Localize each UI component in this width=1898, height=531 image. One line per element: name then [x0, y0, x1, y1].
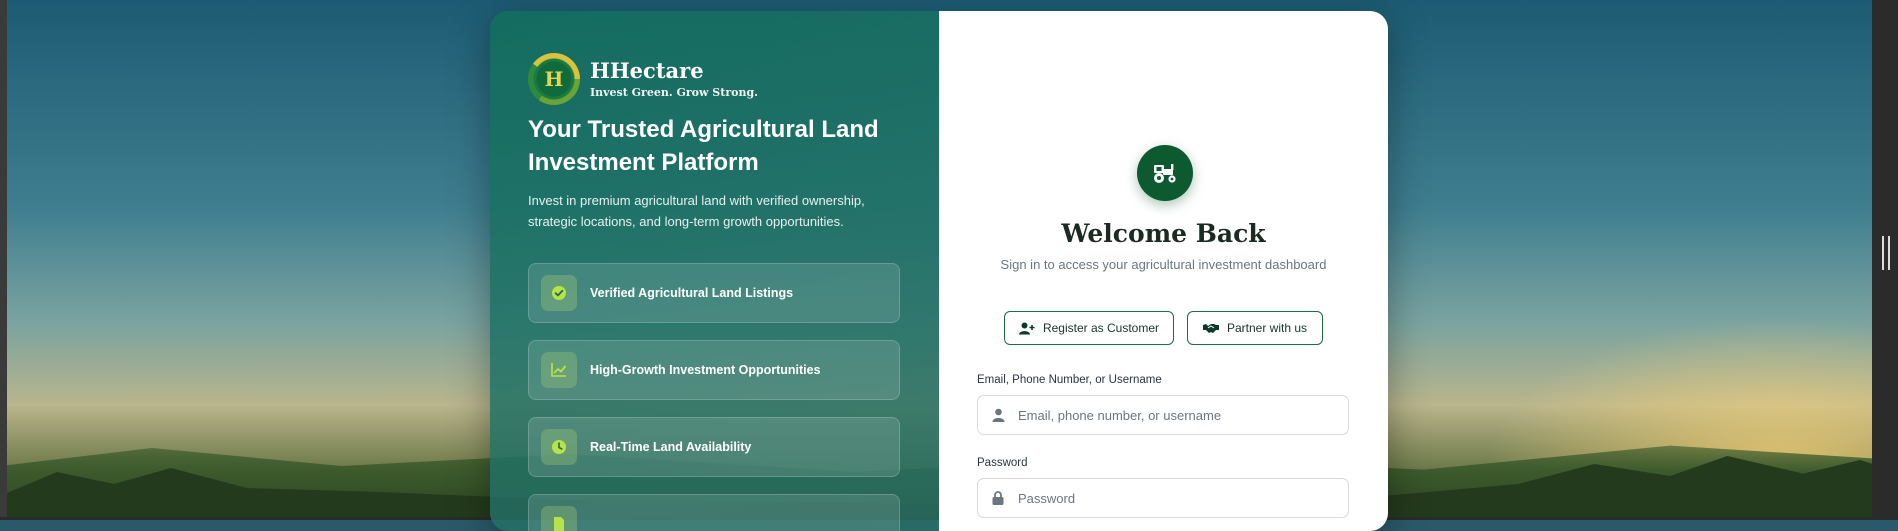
hero-title: Your Trusted Agricultural Land Investmen…	[528, 116, 879, 176]
welcome-subtitle: Sign in to access your agricultural inve…	[1000, 257, 1327, 272]
user-icon	[990, 407, 1006, 423]
partner-label: Partner with us	[1226, 321, 1308, 335]
scrollbar-track[interactable]	[1872, 0, 1898, 520]
login-panel: Welcome Back Sign in to access your agri…	[939, 11, 1388, 531]
feature-card-verified-listings: Verified Agricultural Land Listings	[528, 263, 900, 323]
hero-description: Invest in premium agricultural land with…	[528, 193, 865, 229]
brand-logo: H	[528, 53, 580, 105]
identifier-label: Email, Phone Number, or Username	[977, 374, 1162, 386]
password-label: Password	[977, 457, 1028, 469]
brand-name: HHectare	[590, 58, 704, 83]
logo-letter: H	[544, 67, 564, 91]
user-plus-icon	[1018, 322, 1035, 334]
partner-button[interactable]: Partner with us	[1187, 311, 1323, 345]
welcome-title: Welcome Back	[1061, 219, 1266, 248]
lock-icon	[990, 490, 1006, 506]
document-icon	[541, 506, 577, 531]
clock-icon	[541, 429, 577, 465]
register-customer-label: Register as Customer	[1042, 321, 1160, 335]
brand-text: HHectare Invest Green. Grow Strong.	[590, 58, 758, 100]
scrollbar-handle[interactable]	[1882, 236, 1890, 270]
feature-label: Verified Agricultural Land Listings	[590, 286, 794, 300]
feature-card-land-availability: Real-Time Land Availability	[528, 417, 900, 477]
feature-label: High-Growth Investment Opportunities	[590, 363, 821, 377]
info-panel: H HHectare Invest Green. Grow Strong. Yo…	[490, 11, 939, 531]
feature-label: Real-Time Land Availability	[590, 440, 752, 454]
password-input[interactable]	[1016, 489, 1340, 507]
feature-card-investment-opportunities: High-Growth Investment Opportunities	[528, 340, 900, 400]
identifier-field[interactable]	[977, 395, 1349, 435]
brand-tagline: Invest Green. Grow Strong.	[590, 86, 758, 99]
chart-line-icon	[541, 352, 577, 388]
check-circle-icon	[541, 275, 577, 311]
handshake-icon	[1202, 324, 1219, 333]
password-field[interactable]	[977, 478, 1349, 518]
brand[interactable]: H HHectare Invest Green. Grow Strong.	[528, 53, 758, 105]
register-customer-button[interactable]: Register as Customer	[1004, 311, 1174, 345]
window-left-edge	[0, 0, 7, 520]
feature-card-partial	[528, 494, 900, 531]
tractor-icon	[1137, 145, 1193, 201]
identifier-input[interactable]	[1016, 406, 1340, 424]
login-card: H HHectare Invest Green. Grow Strong. Yo…	[490, 11, 1388, 531]
